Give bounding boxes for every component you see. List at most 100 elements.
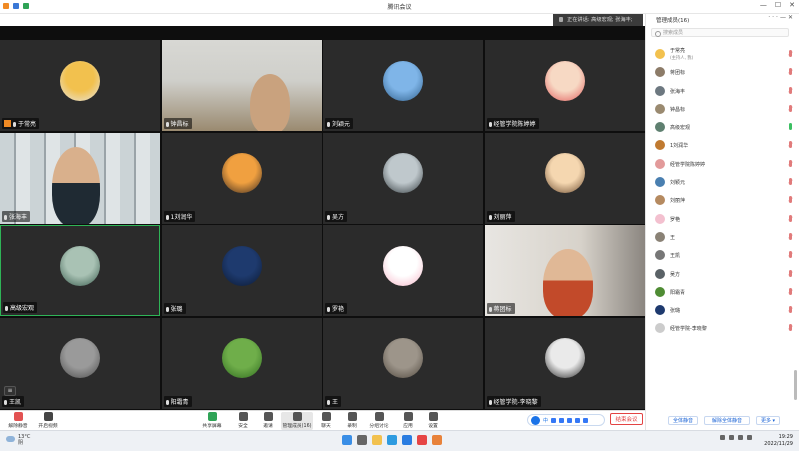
video-tile[interactable]: 经管学院-李晓黎 bbox=[484, 317, 645, 409]
file-explorer-icon[interactable] bbox=[372, 435, 382, 445]
member-search-input[interactable]: 搜索成员 bbox=[651, 28, 789, 37]
volume-icon[interactable] bbox=[738, 435, 743, 440]
avatar bbox=[544, 153, 585, 194]
close-icon[interactable]: ✕ bbox=[789, 1, 795, 9]
microphone-muted-icon[interactable] bbox=[789, 104, 792, 112]
video-tile[interactable]: 于常亮 bbox=[0, 40, 160, 131]
video-tile[interactable]: 刘丽萍 bbox=[484, 132, 645, 224]
close-icon[interactable]: ✕ bbox=[788, 14, 795, 21]
microphone-muted-icon[interactable] bbox=[789, 306, 792, 314]
microphone-muted-icon[interactable] bbox=[789, 159, 792, 167]
ime-mode[interactable]: 中 bbox=[543, 417, 548, 424]
video-tile[interactable]: 高级宏观 bbox=[0, 225, 160, 316]
avatar bbox=[655, 250, 665, 261]
microphone-muted-icon[interactable] bbox=[789, 232, 792, 240]
edge-browser-icon[interactable] bbox=[387, 435, 397, 445]
member-row[interactable]: 蒋团标 bbox=[646, 63, 799, 81]
member-row[interactable]: 王 bbox=[646, 228, 799, 246]
members-button[interactable]: 管理成员(16) bbox=[281, 412, 313, 430]
record-button[interactable]: 录制 bbox=[340, 412, 364, 430]
more-menu-icon[interactable]: ≡ bbox=[4, 386, 16, 396]
participant-name-label: 张海丰 bbox=[2, 210, 31, 222]
member-row[interactable]: 高级宏观 bbox=[646, 118, 799, 136]
tencent-meeting-icon[interactable] bbox=[402, 435, 412, 445]
meeting-header bbox=[0, 14, 645, 26]
video-player-icon[interactable] bbox=[432, 435, 442, 445]
member-row[interactable]: 王凯 bbox=[646, 246, 799, 264]
search-icon[interactable] bbox=[357, 435, 367, 445]
video-tile[interactable]: 王凯 bbox=[0, 317, 160, 409]
microphone-muted-icon[interactable] bbox=[789, 287, 792, 295]
mute-all-button[interactable]: 全体静音 bbox=[668, 416, 698, 425]
ime-skin-icon[interactable] bbox=[575, 417, 581, 423]
maximize-icon[interactable]: ☐ bbox=[775, 1, 781, 9]
share-screen-button[interactable]: 共享屏幕 bbox=[200, 412, 224, 430]
chat-icon bbox=[321, 412, 331, 421]
video-tile[interactable]: 钟昌标 bbox=[161, 40, 322, 131]
microphone-muted-icon[interactable] bbox=[789, 324, 792, 332]
battery-icon[interactable] bbox=[747, 435, 752, 440]
wps-icon[interactable] bbox=[417, 435, 427, 445]
avatar bbox=[655, 231, 665, 242]
member-row[interactable]: 张璐 bbox=[646, 301, 799, 319]
member-row[interactable]: 罗艳 bbox=[646, 210, 799, 228]
member-row[interactable]: 1刘润华 bbox=[646, 136, 799, 154]
microphone-muted-icon[interactable] bbox=[789, 196, 792, 204]
member-row[interactable]: 张海丰 bbox=[646, 82, 799, 100]
member-row[interactable]: 于常亮 (主持人, 我) bbox=[646, 45, 799, 63]
settings-button[interactable]: 设置 bbox=[421, 412, 445, 430]
ime-logo-icon[interactable] bbox=[531, 415, 540, 425]
breakout-button[interactable]: 分组讨论 bbox=[367, 412, 391, 430]
video-tile[interactable]: 罗艳 bbox=[323, 225, 483, 316]
microphone-muted-icon[interactable] bbox=[789, 178, 792, 186]
video-tile[interactable]: 阳霜青 bbox=[161, 317, 322, 409]
end-meeting-button[interactable]: 结束会议 bbox=[610, 413, 643, 425]
invite-button[interactable]: 邀请 bbox=[256, 412, 280, 430]
unmute-all-button[interactable]: 解除全体静音 bbox=[704, 416, 750, 425]
shield-button[interactable]: 安全 bbox=[231, 412, 255, 430]
minimize-icon[interactable]: — bbox=[760, 1, 767, 9]
video-tile[interactable]: 1刘润华 bbox=[161, 132, 322, 224]
scrollbar[interactable] bbox=[794, 370, 797, 400]
microphone-muted-icon[interactable] bbox=[789, 141, 792, 149]
microphone-muted-icon[interactable] bbox=[789, 86, 792, 94]
video-tile[interactable]: 张璐 bbox=[161, 225, 322, 316]
camera-off-button[interactable]: 开启视频 bbox=[34, 412, 62, 430]
windows-start-icon[interactable] bbox=[342, 435, 352, 445]
video-tile[interactable]: 蒋团标 bbox=[484, 225, 645, 316]
video-tile[interactable]: 吴方 bbox=[323, 132, 483, 224]
member-row[interactable]: 经管学院-李晓黎 bbox=[646, 319, 799, 337]
minimize-icon[interactable]: — bbox=[780, 14, 788, 21]
input-method-bar[interactable]: 中 bbox=[527, 414, 605, 426]
video-tile[interactable]: 经管学院陈婷婷 bbox=[484, 40, 645, 131]
video-tile[interactable]: 张海丰 bbox=[0, 132, 160, 224]
member-row[interactable]: 刘颖元 bbox=[646, 173, 799, 191]
more-button[interactable]: 更多 ▾ bbox=[756, 416, 780, 425]
ime-voice-icon[interactable] bbox=[559, 417, 565, 423]
ime-punct-icon[interactable] bbox=[551, 417, 557, 423]
apps-button[interactable]: 应用 bbox=[396, 412, 420, 430]
member-row[interactable]: 阳霜青 bbox=[646, 283, 799, 301]
member-row[interactable]: 刘丽萍 bbox=[646, 191, 799, 209]
microphone-icon[interactable] bbox=[789, 123, 792, 131]
video-grid: 于常亮 钟昌标 刘颖元 经管学院陈婷婷 张海丰 1刘润华 吴方 刘丽萍 高级宏观 张璐 罗艳 蒋团标王… bbox=[0, 40, 645, 410]
weather-widget[interactable]: 13°C 阴 bbox=[6, 434, 30, 446]
ime-grid-icon[interactable] bbox=[583, 417, 589, 423]
microphone-muted-icon[interactable] bbox=[789, 50, 792, 57]
microphone-muted-icon[interactable] bbox=[789, 68, 792, 76]
chat-button[interactable]: 聊天 bbox=[314, 412, 338, 430]
wifi-icon[interactable] bbox=[729, 435, 734, 440]
member-row[interactable]: 经管学院陈婷婷 bbox=[646, 155, 799, 173]
system-clock[interactable]: 19:29 2022/11/29 bbox=[764, 434, 793, 447]
ime-tools-icon[interactable] bbox=[567, 417, 573, 423]
more-icon[interactable]: ··· bbox=[768, 14, 780, 21]
microphone-muted-icon[interactable] bbox=[789, 269, 792, 277]
microphone-muted-button[interactable]: 解除静音 bbox=[4, 412, 32, 430]
chevron-up-icon[interactable] bbox=[720, 435, 725, 440]
video-tile[interactable]: 刘颖元 bbox=[323, 40, 483, 131]
video-tile[interactable]: 王 bbox=[323, 317, 483, 409]
member-row[interactable]: 吴方 bbox=[646, 265, 799, 283]
microphone-muted-icon[interactable] bbox=[789, 214, 792, 222]
microphone-muted-icon[interactable] bbox=[789, 251, 792, 259]
member-row[interactable]: 钟昌标 bbox=[646, 100, 799, 118]
